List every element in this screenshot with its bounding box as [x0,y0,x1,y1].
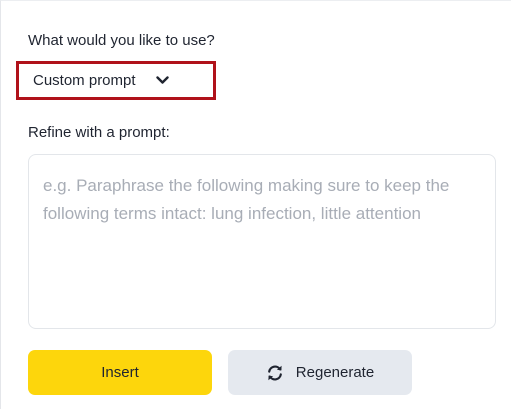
prompt-panel: What would you like to use? Custom promp… [0,0,511,409]
insert-button[interactable]: Insert [28,350,212,395]
mode-dropdown[interactable]: Custom prompt [23,65,209,96]
prompt-placeholder: e.g. Paraphrase the following making sur… [43,176,450,223]
dropdown-selected-value: Custom prompt [33,72,136,89]
regenerate-button-label: Regenerate [295,364,375,381]
regenerate-button[interactable]: Regenerate [228,350,412,395]
use-label: What would you like to use? [28,32,215,49]
refresh-icon [266,364,284,382]
prompt-textarea[interactable]: e.g. Paraphrase the following making sur… [28,154,496,329]
refine-label: Refine with a prompt: [28,124,170,141]
insert-button-label: Insert [101,364,139,381]
chevron-down-icon [156,74,170,88]
